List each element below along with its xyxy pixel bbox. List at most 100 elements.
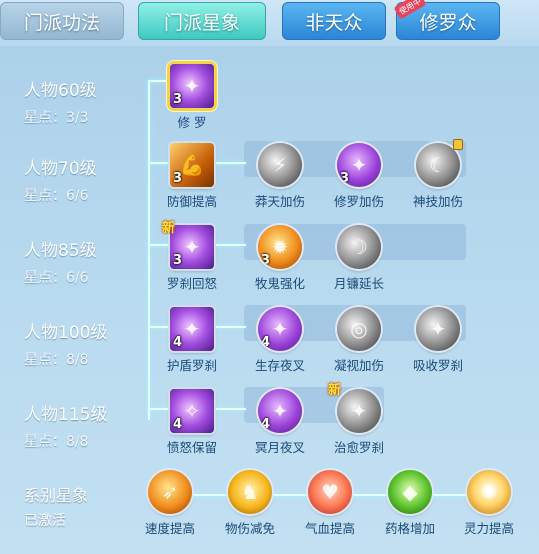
tab-label: 非天众 (305, 11, 363, 34)
series-label: 物伤减免 (224, 521, 275, 536)
slash-icon: ⚡ (258, 143, 302, 187)
level-row-85: 人物85级 星点：6/6 (24, 236, 97, 287)
branch-line (216, 408, 246, 410)
star-node-shield[interactable]: ✦ 4 护盾罗刹 (167, 307, 217, 374)
node-level: 4 (173, 417, 183, 432)
star-count: 星点：6/6 (24, 188, 89, 204)
series-label: 气血提高 (304, 521, 355, 536)
new-badge: 新 (162, 221, 176, 236)
series-header: 系别星象 已激活 (24, 482, 88, 530)
branch-line (148, 80, 168, 82)
node-level: 3 (340, 171, 350, 186)
sickle-icon: ☽ (337, 225, 381, 269)
tab-feitianzhong[interactable]: 非天众 (282, 2, 386, 40)
heart-icon: ♥ (308, 470, 352, 514)
star-count: 星点：8/8 (24, 434, 89, 450)
node-label: 治愈罗刹 (333, 440, 384, 455)
node-label: 牧鬼强化 (254, 276, 305, 291)
series-spirit[interactable]: ✺ 灵力提高 (464, 470, 514, 537)
node-label: 吸收罗刹 (412, 358, 463, 373)
new-badge: 新 (328, 383, 342, 398)
star-node-gaze[interactable]: ◎ 凝视加伤 (334, 307, 384, 374)
tab-label: 修罗众 (419, 11, 477, 34)
branch-line (148, 162, 168, 164)
star-node-mugui[interactable]: ✹ 3 牧鬼强化 (255, 225, 305, 292)
demon-grey-icon: ✦ (416, 307, 460, 351)
yaksha-icon: ✦ 4 (258, 307, 302, 351)
series-label: 药格增加 (384, 521, 435, 536)
swirl-icon: ◎ (337, 307, 381, 351)
branch-line (216, 244, 246, 246)
muscle-arm-icon: 💪 3 (170, 143, 214, 187)
star-node-xiuluo-dmg[interactable]: ✦ 3 修罗加伤 (334, 143, 384, 210)
star-node-absorb[interactable]: ✦ 吸收罗刹 (413, 307, 463, 374)
light-hand-icon: ✺ (467, 470, 511, 514)
node-level: 3 (173, 171, 183, 186)
level-row-60: 人物60级星点：3/3 (24, 76, 97, 127)
star-node-survive[interactable]: ✦ 4 生存夜叉 (255, 307, 305, 374)
node-label: 防御提高 (166, 194, 217, 209)
series-title: 系别星象 (24, 486, 89, 505)
star-node-rage[interactable]: 新 ✦ 3 罗刹回怒 (162, 221, 217, 292)
node-level: 3 (261, 253, 271, 268)
series-phys-reduce[interactable]: ♞ 物伤减免 (225, 470, 275, 537)
tab-bar: 门派功法 门派星象 非天众 使用中 修罗众 (0, 0, 539, 46)
node-level: 3 (173, 253, 183, 268)
level-title: 人物60级 (24, 81, 97, 101)
branch-line (216, 326, 246, 328)
star-node-sickle[interactable]: ☽ 月镰延长 (334, 225, 384, 292)
node-label: 护盾罗刹 (166, 358, 217, 373)
boot-icon: ➶ (148, 470, 192, 514)
branch-line (148, 326, 168, 328)
branch-line (216, 162, 246, 164)
star-node-moon[interactable]: ✦ 4 冥月夜叉 (255, 389, 305, 456)
star-node-divine[interactable]: ☾ 神技加伤 (413, 139, 463, 210)
star-count: 星点：3/3 (24, 110, 89, 126)
gem-icon: ◆ (388, 470, 432, 514)
fury-icon: ✦ 3 (170, 225, 214, 269)
star-count: 星点：6/6 (24, 270, 89, 286)
node-level: 3 (173, 92, 183, 107)
node-label: 修罗加伤 (333, 194, 384, 209)
node-label: 修 罗 (177, 115, 207, 130)
series-label: 速度提高 (144, 521, 195, 536)
series-label: 灵力提高 (463, 521, 514, 536)
yaksha-icon: ✦ 4 (258, 389, 302, 433)
level-title: 人物100级 (24, 323, 108, 343)
star-panel: 人物60级星点：3/3 人物70级星点：6/6 人物85级 星点：6/6 人物10… (0, 46, 539, 554)
series-speed[interactable]: ➶ 速度提高 (145, 470, 195, 537)
node-label: 冥月夜叉 (254, 440, 305, 455)
node-label: 愤怒保留 (166, 440, 217, 455)
series-medicine[interactable]: ◆ 药格增加 (385, 470, 435, 537)
series-hp[interactable]: ♥ 气血提高 (305, 470, 355, 537)
shield-demon-icon: ✦ 4 (170, 307, 214, 351)
node-label: 生存夜叉 (254, 358, 305, 373)
tab-label: 门派功法 (23, 11, 100, 34)
node-label: 月镰延长 (333, 276, 384, 291)
level-row-115: 人物115级星点：8/8 (24, 400, 107, 451)
series-status: 已激活 (24, 513, 66, 529)
node-level: 4 (261, 335, 271, 350)
star-node-mangtian[interactable]: ⚡ 莽天加伤 (255, 143, 305, 210)
tab-xiuluozhong[interactable]: 使用中 修罗众 (393, 0, 500, 40)
branch-line (148, 408, 168, 410)
level-row-100: 人物100级星点：8/8 (24, 318, 107, 369)
branch-line (148, 244, 168, 246)
node-label: 罗刹回怒 (166, 276, 217, 291)
node-label: 神技加伤 (412, 194, 463, 209)
star-node-defense[interactable]: 💪 3 防御提高 (167, 143, 217, 210)
node-label: 莽天加伤 (254, 194, 305, 209)
tab-sect-skills[interactable]: 门派功法 (0, 2, 124, 40)
level-title: 人物115级 (24, 405, 108, 425)
demon-grey-icon: ✦ (337, 389, 381, 433)
star-count: 星点：8/8 (24, 352, 89, 368)
star-node-heal[interactable]: 新 ✦ 治愈罗刹 (328, 383, 384, 456)
demon-icon: ✦ 3 (337, 143, 381, 187)
winged-demon-icon: ✧ 4 (170, 389, 214, 433)
chest-icon: ✹ 3 (258, 225, 302, 269)
star-node-xiuluo[interactable]: ✦ 3 修 罗 (169, 64, 215, 131)
tab-sect-stars[interactable]: 门派星象 (138, 2, 266, 40)
level-title: 人物70级 (24, 159, 97, 179)
star-node-anger[interactable]: ✧ 4 愤怒保留 (167, 389, 217, 456)
node-label: 凝视加伤 (333, 358, 384, 373)
